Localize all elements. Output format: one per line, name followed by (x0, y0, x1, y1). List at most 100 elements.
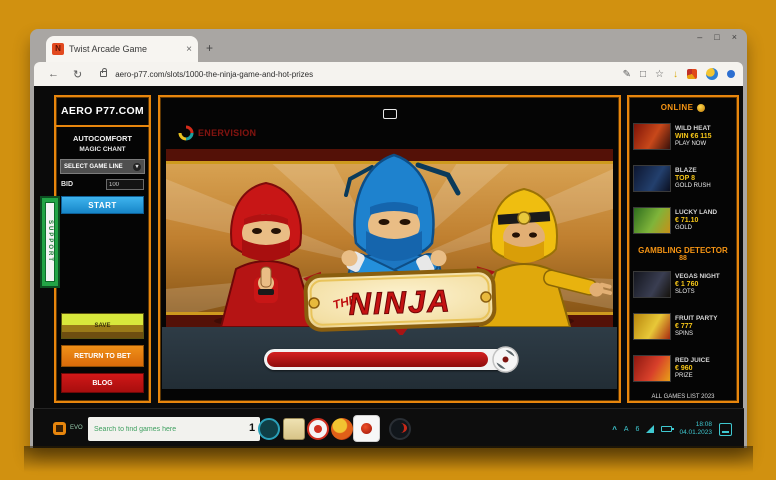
blog-button[interactable]: BLOG (61, 373, 144, 393)
address-bar[interactable]: aero-p77.com/slots/1000-the-ninja-game-a… (115, 70, 535, 79)
bid-label: BID (61, 181, 73, 188)
save-banner[interactable]: SAVE (61, 313, 144, 339)
game-thumbnail (633, 165, 671, 192)
browser-window: – □ × N Twist Arcade Game × + ← ↻ aero-p… (30, 29, 747, 448)
taskbar-app-opera-icon[interactable] (389, 418, 411, 440)
loading-bar-fill (267, 352, 489, 367)
window-controls: – □ × (697, 31, 737, 43)
minimize-button[interactable]: – (697, 31, 702, 43)
taskbar-app-game-icon[interactable] (331, 418, 353, 440)
battery-icon (661, 426, 672, 432)
game-list-item[interactable]: LUCKY LAND € 71.10 GOLD (633, 200, 733, 240)
game-item-prize: € 960 (675, 365, 710, 372)
game-thumbnail (633, 271, 671, 298)
right-sidebar: ONLINE WILD HEAT WIN €6 115 PLAY NOW BLA… (627, 95, 739, 403)
close-button[interactable]: × (732, 31, 737, 43)
return-to-bet-button[interactable]: RETURN TO BET (61, 345, 144, 367)
sidebar-heading: AUTOCOMFORT (56, 134, 149, 143)
browser-tab[interactable]: N Twist Arcade Game × (46, 36, 198, 62)
online-section-header: ONLINE (633, 101, 733, 114)
game-item-text: RED JUICE € 960 PRIZE (675, 357, 710, 379)
extensions-icon[interactable] (687, 69, 697, 79)
desktop: – □ × N Twist Arcade Game × + ← ↻ aero-p… (0, 0, 776, 480)
sidebar-footer: ALL GAMES LIST 2023 (633, 394, 733, 400)
bookmark-star-icon[interactable]: ☆ (655, 69, 664, 80)
game-item-text: FRUIT PARTY € 777 SPINS (675, 315, 718, 337)
game-item-title: LUCKY LAND (675, 209, 717, 216)
taskbar-app-files-icon[interactable] (283, 418, 305, 440)
system-tray: ^ A 6 18:08 04.01.2023 (612, 415, 732, 443)
loading-bar (264, 349, 516, 370)
game-thumbnail (633, 313, 671, 340)
support-tab-inner: SUPPORT (45, 202, 55, 282)
profile-avatar[interactable] (706, 68, 718, 80)
game-item-title: VEGAS NIGHT (675, 273, 720, 280)
support-tab[interactable]: SUPPORT (40, 196, 60, 288)
provider-name: ENERVISION (198, 128, 256, 138)
tab-close-icon[interactable]: × (186, 44, 192, 55)
browser-menu-icon[interactable] (727, 70, 735, 78)
taskbar-app-active-icon[interactable] (353, 415, 380, 442)
game-item-title: BLAZE (675, 167, 711, 174)
maximize-button[interactable]: □ (714, 31, 719, 43)
game-frame: ENERVISION (158, 95, 621, 403)
sidebar-spacer (56, 214, 149, 313)
window-icon[interactable]: □ (640, 69, 646, 80)
support-tab-label: SUPPORT (47, 220, 53, 263)
sun-icon (697, 104, 705, 112)
game-item-prize: WIN €6 115 (675, 133, 712, 140)
tab-title: Twist Arcade Game (69, 44, 181, 54)
game-item-prize: € 777 (675, 323, 718, 330)
start-button[interactable]: START (61, 196, 144, 214)
game-thumbnail (633, 207, 671, 234)
game-list-item[interactable]: RED JUICE € 960 PRIZE (633, 348, 733, 388)
web-page: SUPPORT AERO P77.COM AUTOCOMFORT MAGIC C… (34, 86, 743, 408)
tray-mini-icon-1: A (624, 426, 629, 433)
site-logo[interactable]: AERO P77.COM (56, 97, 149, 127)
lock-icon (100, 71, 107, 77)
game-item-title: WILD HEAT (675, 125, 712, 132)
game-title: NINJA (348, 283, 452, 322)
game-list-item[interactable]: VEGAS NIGHT € 1 760 SLOTS (633, 264, 733, 304)
game-line-select[interactable]: SELECT GAME LINE ▾ (60, 159, 145, 174)
taskbar-app-media-icon[interactable] (307, 418, 329, 440)
game-item-prize: TOP 8 (675, 175, 711, 182)
gambling-section-subtitle: 88 (633, 255, 733, 262)
gambling-section-header: GAMBLING DETECTOR 88 (633, 246, 733, 262)
game-item-note: PLAY NOW (675, 141, 712, 147)
bid-row: BID (61, 179, 144, 190)
game-list-item[interactable]: WILD HEAT WIN €6 115 PLAY NOW (633, 116, 733, 156)
tray-mini-icon-2: 6 (636, 426, 640, 433)
sidebar-subheading: MAGIC CHANT (56, 146, 149, 153)
left-sidebar: AERO P77.COM AUTOCOMFORT MAGIC CHANT SEL… (54, 95, 151, 403)
fullscreen-icon[interactable] (383, 109, 397, 119)
chevron-down-icon: ▾ (133, 163, 141, 171)
back-icon[interactable]: ← (48, 68, 59, 80)
start-menu-icon[interactable] (53, 422, 66, 435)
start-label: EVO (70, 425, 83, 431)
tray-time: 18:08 (696, 421, 712, 429)
network-icon[interactable] (646, 425, 654, 433)
game-item-note: GOLD RUSH (675, 183, 711, 189)
tray-clock[interactable]: 18:08 04.01.2023 (679, 421, 712, 437)
game-list-item[interactable]: BLAZE TOP 8 GOLD RUSH (633, 158, 733, 198)
shuriken-spinner-icon (492, 346, 519, 373)
game-item-note: PRIZE (675, 373, 710, 379)
game-item-note: GOLD (675, 225, 717, 231)
game-list-item[interactable]: FRUIT PARTY € 777 SPINS (633, 306, 733, 346)
new-tab-button[interactable]: + (206, 41, 213, 55)
edit-icon[interactable]: ✎ (623, 69, 631, 80)
window-shadow (24, 446, 753, 472)
game-line-select-value: SELECT GAME LINE (64, 164, 123, 170)
notification-icon[interactable] (719, 423, 732, 436)
bid-input[interactable] (106, 179, 144, 190)
toolbar-actions: ✎ □ ☆ ↓ (623, 68, 735, 80)
tray-expand-icon[interactable]: ^ (612, 425, 617, 434)
game-thumbnail (633, 123, 671, 150)
gambling-section-title: GAMBLING DETECTOR (633, 246, 733, 255)
taskbar-app-browser-icon[interactable] (258, 418, 280, 440)
game-item-note: SPINS (675, 331, 718, 337)
taskbar-search-input[interactable] (88, 417, 260, 441)
reload-icon[interactable]: ↻ (73, 68, 82, 81)
download-icon[interactable]: ↓ (673, 69, 678, 80)
